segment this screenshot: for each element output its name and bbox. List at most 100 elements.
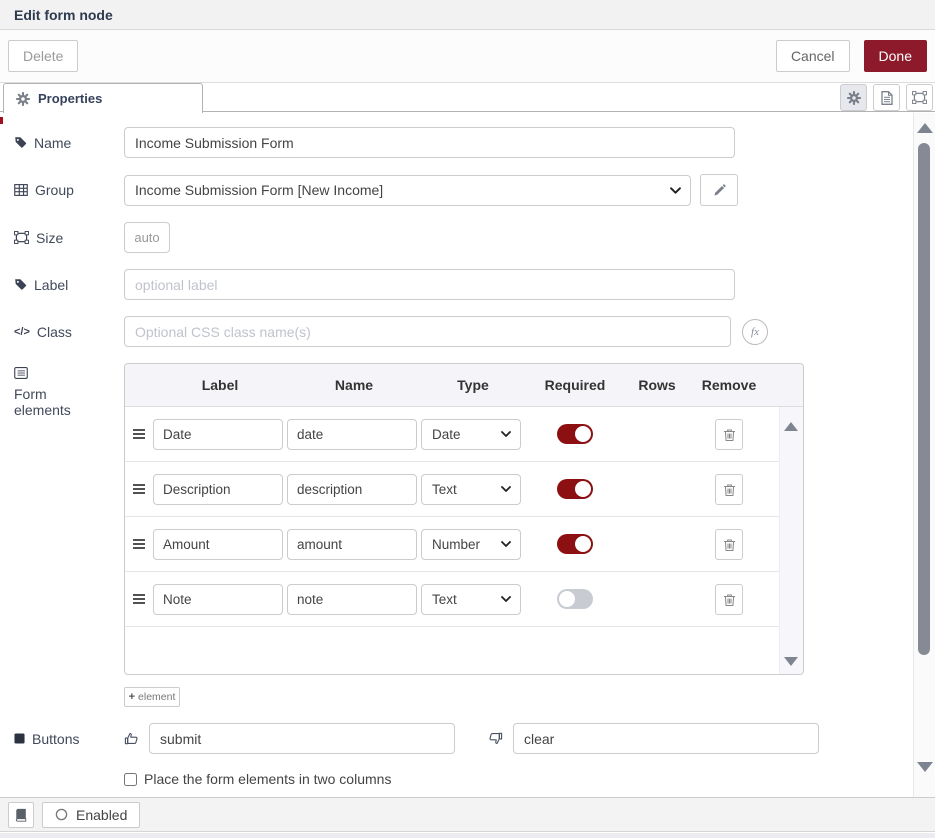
remove-element-button[interactable] xyxy=(715,419,743,450)
code-icon: </> xyxy=(14,326,30,338)
form-elements-table-body: Date xyxy=(125,407,803,674)
submit-button-label-input[interactable] xyxy=(149,723,455,754)
label-input[interactable] xyxy=(124,269,735,300)
class-input[interactable] xyxy=(124,316,731,347)
label-field-label: Label xyxy=(14,277,124,293)
properties-panel: Name Group Income Submission Form [New I… xyxy=(0,113,935,797)
class-field-label: </> Class xyxy=(14,324,124,340)
table-icon xyxy=(14,184,28,196)
edit-form-node-dialog: Edit form node Delete Cancel Done Proper… xyxy=(0,0,935,838)
element-label-input[interactable] xyxy=(153,529,283,560)
tag-icon xyxy=(14,136,27,149)
element-label-input[interactable] xyxy=(153,419,283,450)
description-tab-button[interactable] xyxy=(873,84,900,111)
thumbs-up-icon xyxy=(124,731,139,746)
list-alt-icon xyxy=(14,367,28,379)
edit-group-button[interactable] xyxy=(700,174,738,206)
required-toggle[interactable] xyxy=(557,424,593,444)
name-input[interactable] xyxy=(124,127,735,158)
name-field-label: Name xyxy=(14,135,124,151)
element-type-select[interactable]: Text xyxy=(421,474,521,505)
column-header-name: Name xyxy=(287,377,421,393)
appearance-tab-button[interactable] xyxy=(906,84,933,111)
element-type-select[interactable]: Text xyxy=(421,584,521,615)
chevron-down-icon xyxy=(501,486,511,492)
done-button[interactable]: Done xyxy=(864,40,927,72)
required-toggle[interactable] xyxy=(557,589,593,609)
scroll-down-arrow-icon[interactable] xyxy=(917,762,933,772)
form-elements-field-label: Form elements xyxy=(14,367,99,418)
delete-button[interactable]: Delete xyxy=(8,40,78,72)
circle-icon xyxy=(55,808,68,821)
main-scrollbar[interactable] xyxy=(913,113,935,797)
trash-icon xyxy=(723,537,736,552)
column-header-remove: Remove xyxy=(689,377,769,393)
enabled-label: Enabled xyxy=(76,807,127,823)
scroll-down-arrow-icon[interactable] xyxy=(784,657,798,666)
two-columns-checkbox-label: Place the form elements in two columns xyxy=(144,771,391,787)
gear-icon xyxy=(847,91,861,105)
element-name-input[interactable] xyxy=(287,419,417,450)
square-icon xyxy=(14,733,25,744)
element-label-input[interactable] xyxy=(153,584,283,615)
object-group-icon xyxy=(14,231,29,244)
add-element-button[interactable]: + element xyxy=(124,687,180,707)
element-name-input[interactable] xyxy=(287,529,417,560)
form-elements-table: Label Name Type Required Rows Remove xyxy=(124,363,804,675)
group-field-label: Group xyxy=(14,182,124,198)
remove-element-button[interactable] xyxy=(715,529,743,560)
tab-properties-label: Properties xyxy=(38,91,102,106)
form-elements-table-header: Label Name Type Required Rows Remove xyxy=(125,364,803,407)
group-select-value: Income Submission Form [New Income] xyxy=(135,182,383,198)
tab-accent-mark xyxy=(0,117,3,124)
chevron-down-icon xyxy=(670,187,681,194)
column-header-required: Required xyxy=(525,377,625,393)
remove-element-button[interactable] xyxy=(715,474,743,505)
element-label-input[interactable] xyxy=(153,474,283,505)
file-text-icon xyxy=(881,91,893,105)
editor-tab-bar: Properties xyxy=(0,83,935,112)
element-type-select[interactable]: Date xyxy=(421,419,521,450)
drag-handle-icon[interactable] xyxy=(125,483,153,495)
chevron-down-icon xyxy=(501,541,511,547)
chevron-down-icon xyxy=(501,596,511,602)
column-header-type: Type xyxy=(421,377,525,393)
trash-icon xyxy=(723,592,736,607)
thumbs-down-icon xyxy=(488,731,503,746)
scrollbar-thumb[interactable] xyxy=(918,143,930,655)
required-toggle[interactable] xyxy=(557,479,593,499)
element-name-input[interactable] xyxy=(287,474,417,505)
element-name-input[interactable] xyxy=(287,584,417,615)
cancel-button[interactable]: Cancel xyxy=(776,40,850,72)
drag-handle-icon[interactable] xyxy=(125,593,153,605)
required-toggle[interactable] xyxy=(557,534,593,554)
scroll-up-arrow-icon[interactable] xyxy=(784,422,798,431)
table-row: Text xyxy=(125,462,803,517)
node-enabled-toggle-button[interactable]: Enabled xyxy=(42,802,140,828)
pencil-icon xyxy=(713,184,726,197)
dialog-toolbar: Delete Cancel Done xyxy=(0,30,935,83)
clear-button-label-input[interactable] xyxy=(513,723,819,754)
two-columns-checkbox[interactable] xyxy=(124,773,137,786)
drag-handle-icon[interactable] xyxy=(125,538,153,550)
book-icon xyxy=(14,808,28,822)
properties-gear-button[interactable] xyxy=(840,84,867,111)
table-row: Number xyxy=(125,517,803,572)
size-field-label: Size xyxy=(14,230,124,246)
tab-properties[interactable]: Properties xyxy=(3,83,203,113)
size-button[interactable]: auto xyxy=(124,222,170,253)
column-header-rows: Rows xyxy=(625,377,689,393)
remove-element-button[interactable] xyxy=(715,584,743,615)
drag-handle-icon[interactable] xyxy=(125,428,153,440)
buttons-field-label: Buttons xyxy=(14,731,124,747)
table-row: Text xyxy=(125,572,803,627)
chevron-down-icon xyxy=(501,431,511,437)
element-type-select[interactable]: Number xyxy=(421,529,521,560)
group-select[interactable]: Income Submission Form [New Income] xyxy=(124,175,691,206)
scroll-up-arrow-icon[interactable] xyxy=(917,123,933,133)
page-background-strip xyxy=(0,833,935,838)
table-scrollbar[interactable] xyxy=(779,407,803,674)
dynamic-class-fx-badge[interactable]: fx xyxy=(742,319,768,345)
node-help-button[interactable] xyxy=(8,802,34,828)
object-group-icon xyxy=(912,91,927,104)
